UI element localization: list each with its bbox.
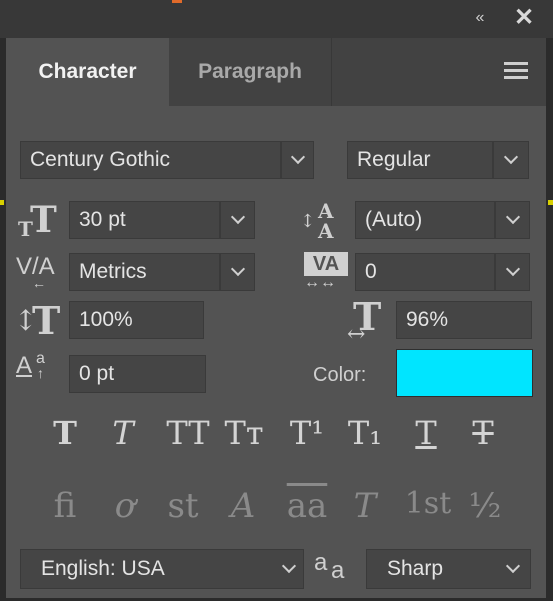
- accent-mark: [172, 0, 182, 3]
- close-icon[interactable]: ✕: [512, 6, 536, 30]
- horizontal-scale-input[interactable]: 96%: [396, 301, 532, 339]
- font-style-dropdown[interactable]: Regular: [347, 141, 493, 179]
- anti-aliasing-dropdown[interactable]: Sharp: [366, 549, 531, 589]
- kerning-dropdown[interactable]: Metrics: [69, 253, 220, 291]
- faux-italic-button[interactable]: T: [98, 414, 148, 452]
- collapse-icon[interactable]: «: [470, 8, 490, 28]
- font-family-dropdown[interactable]: Century Gothic: [20, 141, 281, 179]
- vertical-scale-icon: ↕ T: [14, 298, 61, 343]
- chevron-down-icon: [505, 209, 521, 225]
- tracking-icon: VA ↔↔: [302, 251, 352, 293]
- font-family-chevron-button[interactable]: [281, 141, 314, 179]
- language-dropdown[interactable]: English: USA: [20, 549, 304, 589]
- discretionary-ligatures-button[interactable]: st: [156, 486, 210, 526]
- leading-input[interactable]: (Auto): [355, 201, 495, 239]
- chevron-down-icon: [230, 261, 246, 277]
- all-caps-button[interactable]: TT: [158, 414, 218, 452]
- color-swatch[interactable]: [396, 349, 533, 397]
- chevron-down-icon: [290, 149, 306, 165]
- subscript-button[interactable]: T₁: [340, 414, 390, 452]
- titling-alternates-button[interactable]: T: [338, 486, 392, 526]
- panel-menu-icon[interactable]: [504, 62, 528, 80]
- kerning-chevron-button[interactable]: [220, 253, 255, 291]
- font-size-icon: T T: [18, 199, 57, 241]
- baseline-shift-input[interactable]: 0 pt: [69, 355, 206, 393]
- left-edge-marker: [0, 200, 4, 205]
- anti-aliasing-icon: a a: [314, 549, 345, 584]
- strikethrough-button[interactable]: T: [458, 414, 508, 452]
- tab-paragraph[interactable]: Paragraph: [169, 38, 332, 106]
- tab-character[interactable]: Character: [6, 38, 169, 106]
- ordinals-button[interactable]: 1st: [398, 486, 458, 521]
- horizontal-scale-icon: T ↔: [347, 294, 382, 347]
- chevron-down-icon: [230, 209, 246, 225]
- faux-bold-button[interactable]: T: [40, 414, 90, 452]
- tracking-dropdown[interactable]: 0: [355, 253, 495, 291]
- font-size-chevron-button[interactable]: [220, 201, 255, 239]
- right-edge-marker: [548, 200, 553, 205]
- baseline-shift-icon: A a ↑: [16, 350, 45, 381]
- underline-button[interactable]: T: [401, 414, 451, 452]
- chevron-down-icon: [505, 261, 521, 277]
- fractions-button[interactable]: ½: [458, 486, 512, 526]
- superscript-button[interactable]: T¹: [282, 414, 332, 452]
- standard-ligatures-button[interactable]: fi: [38, 486, 92, 526]
- color-label: Color:: [313, 364, 367, 386]
- small-caps-button[interactable]: Tт: [219, 414, 269, 452]
- leading-icon: ↕ A A: [300, 199, 334, 243]
- leading-chevron-button[interactable]: [495, 201, 530, 239]
- chevron-down-icon: [503, 149, 519, 165]
- tracking-chevron-button[interactable]: [495, 253, 530, 291]
- contextual-alternates-button[interactable]: ơ: [98, 486, 152, 526]
- stylistic-alternates-button[interactable]: aa: [280, 486, 334, 526]
- vertical-scale-input[interactable]: 100%: [69, 301, 204, 339]
- font-size-input[interactable]: 30 pt: [69, 201, 220, 239]
- kerning-icon: V/A ←: [16, 253, 55, 291]
- font-style-chevron-button[interactable]: [493, 141, 529, 179]
- swash-button[interactable]: A: [216, 486, 270, 526]
